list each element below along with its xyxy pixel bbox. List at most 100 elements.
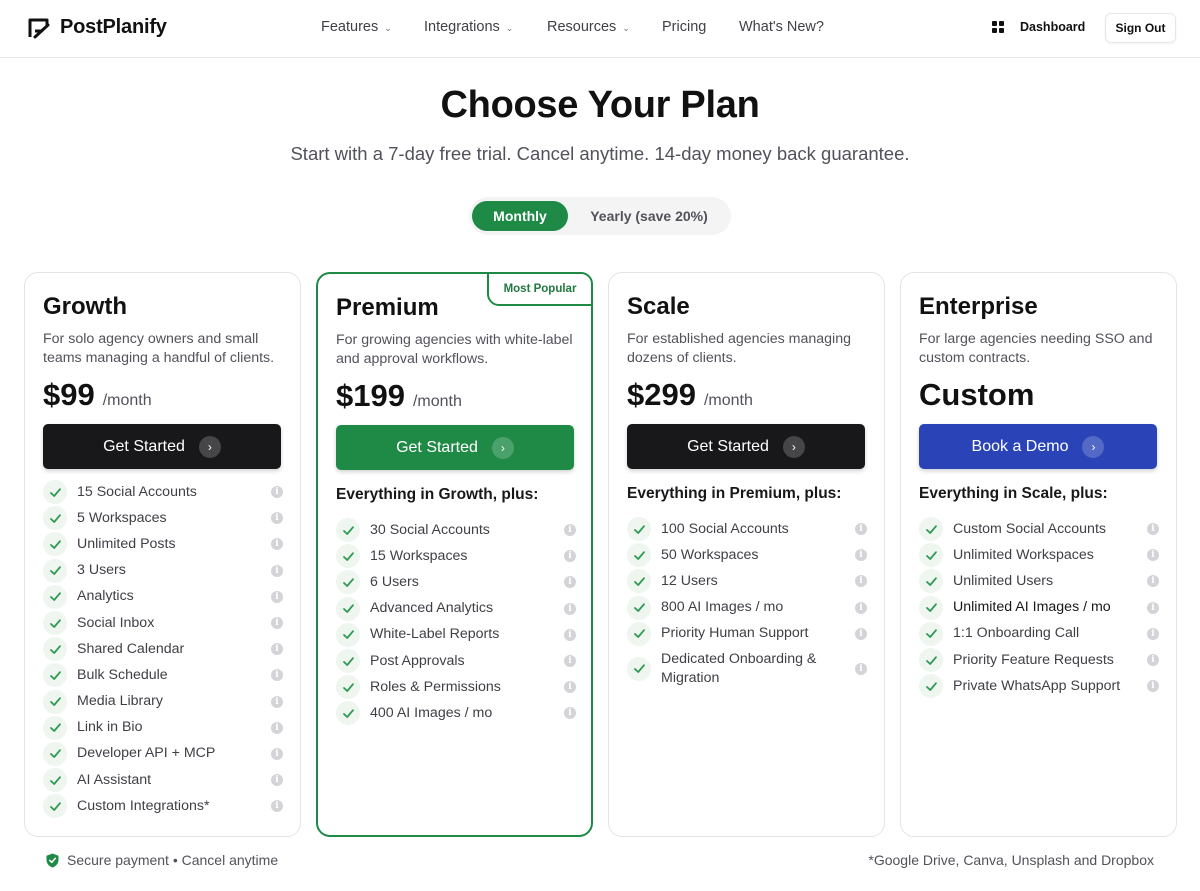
- billing-yearly-option[interactable]: Yearly (save 20%): [573, 201, 725, 231]
- info-icon[interactable]: i: [271, 800, 283, 813]
- info-icon[interactable]: i: [855, 662, 867, 675]
- feature-item: Roles & Permissions i: [336, 674, 576, 700]
- feature-item: Custom Integrations* i: [43, 793, 283, 819]
- feature-item: Advanced Analytics i: [336, 596, 576, 622]
- book-demo-button[interactable]: Book a Demo ›: [919, 424, 1157, 469]
- info-icon[interactable]: i: [271, 747, 283, 760]
- plan-price: $299 /month: [627, 377, 753, 413]
- check-icon: [43, 558, 67, 583]
- feature-label: Analytics: [77, 588, 134, 605]
- feature-item: Custom Social Accounts i: [919, 516, 1159, 542]
- get-started-button[interactable]: Get Started ›: [336, 425, 574, 470]
- feature-label: Priority Feature Requests: [953, 651, 1114, 668]
- info-icon[interactable]: i: [1147, 575, 1159, 588]
- check-icon: [919, 569, 943, 594]
- features-heading: Everything in Growth, plus:: [336, 486, 539, 503]
- feature-item: Media Library i: [43, 689, 283, 715]
- price-unit: /month: [412, 393, 462, 410]
- feature-label: 1:1 Onboarding Call: [953, 625, 1080, 642]
- check-icon: [43, 689, 67, 714]
- info-icon[interactable]: i: [271, 774, 283, 787]
- price-amount: $199: [336, 378, 405, 413]
- info-icon[interactable]: i: [855, 523, 867, 536]
- feature-label: Unlimited Workspaces: [953, 546, 1094, 563]
- nav-resources[interactable]: Resources ⌄: [547, 19, 630, 35]
- price-amount: $99: [43, 377, 95, 412]
- feature-item: 100 Social Accounts i: [627, 516, 867, 542]
- nav-pricing[interactable]: Pricing: [662, 19, 706, 35]
- info-icon[interactable]: i: [271, 617, 283, 630]
- info-icon[interactable]: i: [271, 695, 283, 708]
- sign-out-button[interactable]: Sign Out: [1105, 13, 1176, 43]
- info-icon[interactable]: i: [564, 681, 576, 694]
- feature-item: Priority Feature Requests i: [919, 647, 1159, 673]
- nav-whats-new[interactable]: What's New?: [739, 19, 824, 35]
- info-icon[interactable]: i: [564, 707, 576, 720]
- check-icon: [43, 506, 67, 531]
- check-icon: [919, 621, 943, 646]
- info-icon[interactable]: i: [855, 627, 867, 640]
- dashboard-link[interactable]: Dashboard: [992, 20, 1085, 34]
- price-amount: Custom: [919, 377, 1035, 412]
- check-icon: [919, 517, 943, 542]
- info-icon[interactable]: i: [271, 643, 283, 656]
- check-icon: [43, 611, 67, 636]
- features-heading: Everything in Premium, plus:: [627, 485, 842, 502]
- nav-features[interactable]: Features ⌄: [321, 19, 392, 35]
- feature-item: Shared Calendar i: [43, 636, 283, 662]
- info-icon[interactable]: i: [271, 721, 283, 734]
- info-icon[interactable]: i: [271, 590, 283, 603]
- info-icon[interactable]: i: [564, 524, 576, 537]
- info-icon[interactable]: i: [855, 601, 867, 614]
- feature-label: Unlimited Posts: [77, 535, 176, 552]
- top-header: PostPlanify Features ⌄ Integrations ⌄ Re…: [0, 0, 1200, 58]
- info-icon[interactable]: i: [271, 538, 283, 551]
- info-icon[interactable]: i: [1147, 601, 1159, 614]
- info-icon[interactable]: i: [1147, 523, 1159, 536]
- feature-item: Private WhatsApp Support i: [919, 673, 1159, 699]
- nav-features-label: Features: [321, 19, 379, 35]
- check-icon: [336, 675, 360, 700]
- check-icon: [627, 656, 651, 681]
- plan-description: For solo agency owners and small teams m…: [43, 331, 275, 366]
- info-icon[interactable]: i: [564, 550, 576, 563]
- get-started-button[interactable]: Get Started ›: [43, 424, 281, 469]
- feature-label: 6 Users: [370, 573, 419, 590]
- price-unit: /month: [703, 392, 753, 409]
- chevron-down-icon: ⌄: [622, 22, 630, 33]
- get-started-button[interactable]: Get Started ›: [627, 424, 865, 469]
- brand-logo[interactable]: PostPlanify: [28, 16, 167, 39]
- dashboard-grid-icon: [992, 21, 1004, 33]
- price-unit: /month: [102, 392, 152, 409]
- info-icon[interactable]: i: [1147, 549, 1159, 562]
- feature-label: 800 AI Images / mo: [661, 599, 784, 616]
- plan-price: Custom: [919, 377, 1034, 413]
- info-icon[interactable]: i: [271, 669, 283, 682]
- info-icon[interactable]: i: [564, 602, 576, 615]
- feature-label: Dedicated Onboarding & Migration: [661, 650, 817, 686]
- feature-label: Social Inbox: [77, 614, 155, 631]
- info-icon[interactable]: i: [1147, 680, 1159, 693]
- info-icon[interactable]: i: [564, 655, 576, 668]
- info-icon[interactable]: i: [564, 576, 576, 589]
- plan-price: $99 /month: [43, 377, 152, 413]
- billing-monthly-option[interactable]: Monthly: [472, 201, 568, 231]
- info-icon[interactable]: i: [1147, 654, 1159, 667]
- feature-label: Custom Integrations*: [77, 797, 210, 814]
- check-icon: [627, 543, 651, 568]
- feature-item: Unlimited AI Images / mo i: [919, 595, 1159, 621]
- info-icon[interactable]: i: [271, 512, 283, 525]
- info-icon[interactable]: i: [855, 575, 867, 588]
- feature-item: 15 Workspaces i: [336, 543, 576, 569]
- feature-label: 50 Workspaces: [661, 546, 759, 563]
- plan-name: Growth: [43, 293, 127, 320]
- price-amount: $299: [627, 377, 696, 412]
- info-icon[interactable]: i: [564, 628, 576, 641]
- info-icon[interactable]: i: [271, 486, 283, 499]
- feature-label: Advanced Analytics: [370, 600, 494, 617]
- info-icon[interactable]: i: [271, 564, 283, 577]
- plan-name: Enterprise: [919, 293, 1038, 320]
- info-icon[interactable]: i: [855, 549, 867, 562]
- info-icon[interactable]: i: [1147, 627, 1159, 640]
- nav-integrations[interactable]: Integrations ⌄: [424, 19, 513, 35]
